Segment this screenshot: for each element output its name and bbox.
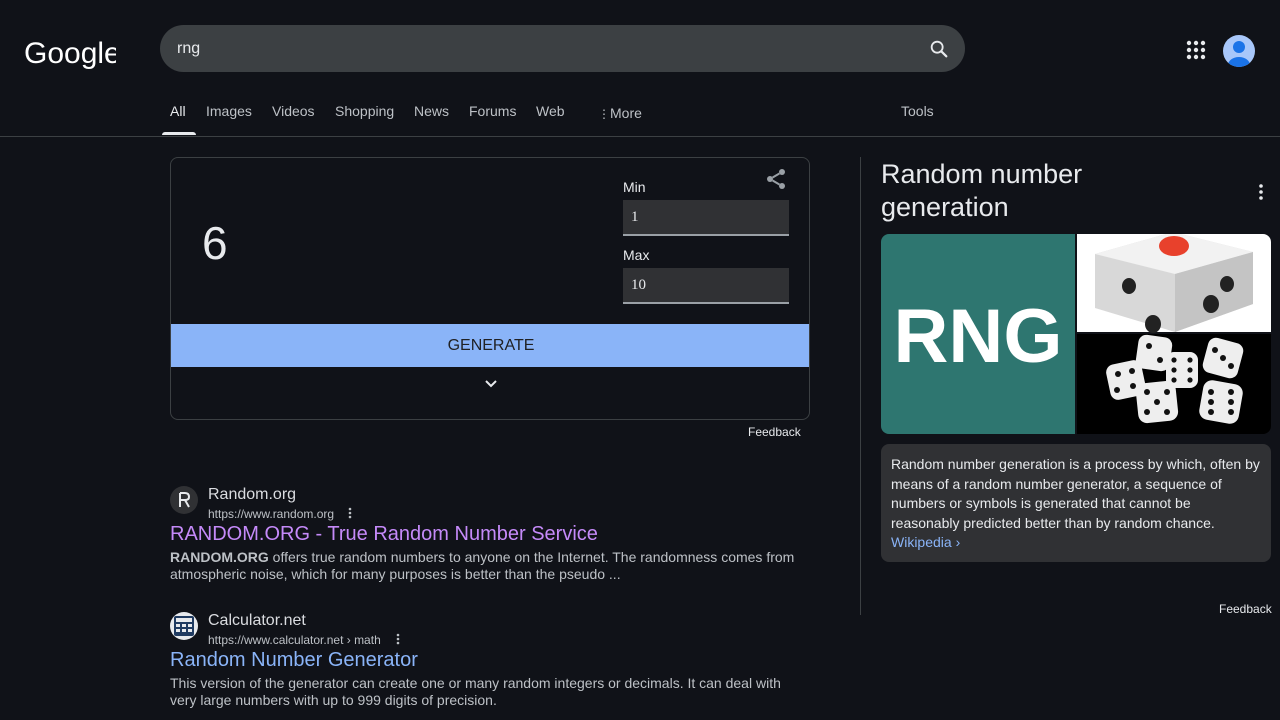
max-label: Max xyxy=(623,247,650,263)
apps-grid-icon[interactable] xyxy=(1184,38,1208,62)
search-icon[interactable] xyxy=(928,38,950,60)
tab-images[interactable]: Images xyxy=(206,103,252,119)
tab-shopping[interactable]: Shopping xyxy=(335,103,394,119)
header-divider xyxy=(0,136,1280,137)
random-org-favicon xyxy=(170,486,198,514)
more-vert-icon[interactable] xyxy=(1255,183,1267,201)
calculator-net-favicon xyxy=(170,612,198,640)
result-snippet: This version of the generator can create… xyxy=(170,675,781,708)
result-title-link[interactable]: RANDOM.ORG - True Random Number Service xyxy=(170,523,598,546)
search-input[interactable] xyxy=(177,37,897,61)
tab-all[interactable]: All xyxy=(170,103,186,119)
kp-description-text: Random number generation is a process by… xyxy=(891,456,1260,531)
active-tab-indicator xyxy=(162,132,196,135)
rng-result: 6 xyxy=(202,217,228,269)
tools-button[interactable]: Tools xyxy=(901,103,934,119)
google-logo[interactable]: Google xyxy=(24,34,116,70)
search-bar[interactable] xyxy=(160,25,965,72)
knowledge-panel-description: Random number generation is a process by… xyxy=(881,444,1271,562)
rng-feedback-link[interactable]: Feedback xyxy=(748,425,801,439)
min-label: Min xyxy=(623,179,646,195)
knowledge-panel-divider xyxy=(860,157,861,615)
rng-images: RNG xyxy=(881,234,1271,434)
more-vert-icon: ⋮ xyxy=(598,107,610,121)
chevron-down-icon[interactable] xyxy=(481,376,501,392)
tab-forums[interactable]: Forums xyxy=(469,103,516,119)
more-options-icon[interactable] xyxy=(394,632,402,646)
share-icon[interactable] xyxy=(764,167,788,191)
random-org-logo-icon xyxy=(179,492,191,508)
result-title-link[interactable]: Random Number Generator xyxy=(170,649,418,672)
tab-videos[interactable]: Videos xyxy=(272,103,315,119)
snippet-bold: RANDOM.ORG xyxy=(170,549,269,565)
tab-web[interactable]: Web xyxy=(536,103,565,119)
rng-widget: 6 Min Max GENERATE xyxy=(170,157,810,420)
max-input[interactable] xyxy=(623,268,789,304)
result-site-name[interactable]: Calculator.net xyxy=(208,612,306,630)
tab-news[interactable]: News xyxy=(414,103,449,119)
account-avatar[interactable] xyxy=(1223,35,1255,67)
user-icon xyxy=(1228,41,1250,67)
knowledge-panel-title: Random number generation xyxy=(881,159,1083,222)
wikipedia-link[interactable]: Wikipedia › xyxy=(891,534,960,550)
svg-text:Google: Google xyxy=(24,37,116,70)
generate-button[interactable]: GENERATE xyxy=(171,324,809,367)
result-snippet: RANDOM.ORG offers true random numbers to… xyxy=(170,549,810,583)
tab-more-label: More xyxy=(610,105,642,121)
result-site-name[interactable]: Random.org xyxy=(208,486,296,504)
more-options-icon[interactable] xyxy=(346,506,354,520)
calculator-icon xyxy=(174,616,194,636)
knowledge-panel-images[interactable]: RNG xyxy=(881,234,1271,434)
multiple-dice-image[interactable] xyxy=(1077,334,1271,434)
tab-more[interactable]: ⋮More xyxy=(598,105,642,121)
result-url[interactable]: https://www.calculator.net › math xyxy=(208,633,381,647)
min-input[interactable] xyxy=(623,200,789,236)
rng-image-text: RNG xyxy=(894,294,1063,379)
single-die-image[interactable] xyxy=(1077,234,1271,333)
result-url[interactable]: https://www.random.org xyxy=(208,507,334,521)
kp-feedback-link[interactable]: Feedback xyxy=(1219,602,1272,616)
